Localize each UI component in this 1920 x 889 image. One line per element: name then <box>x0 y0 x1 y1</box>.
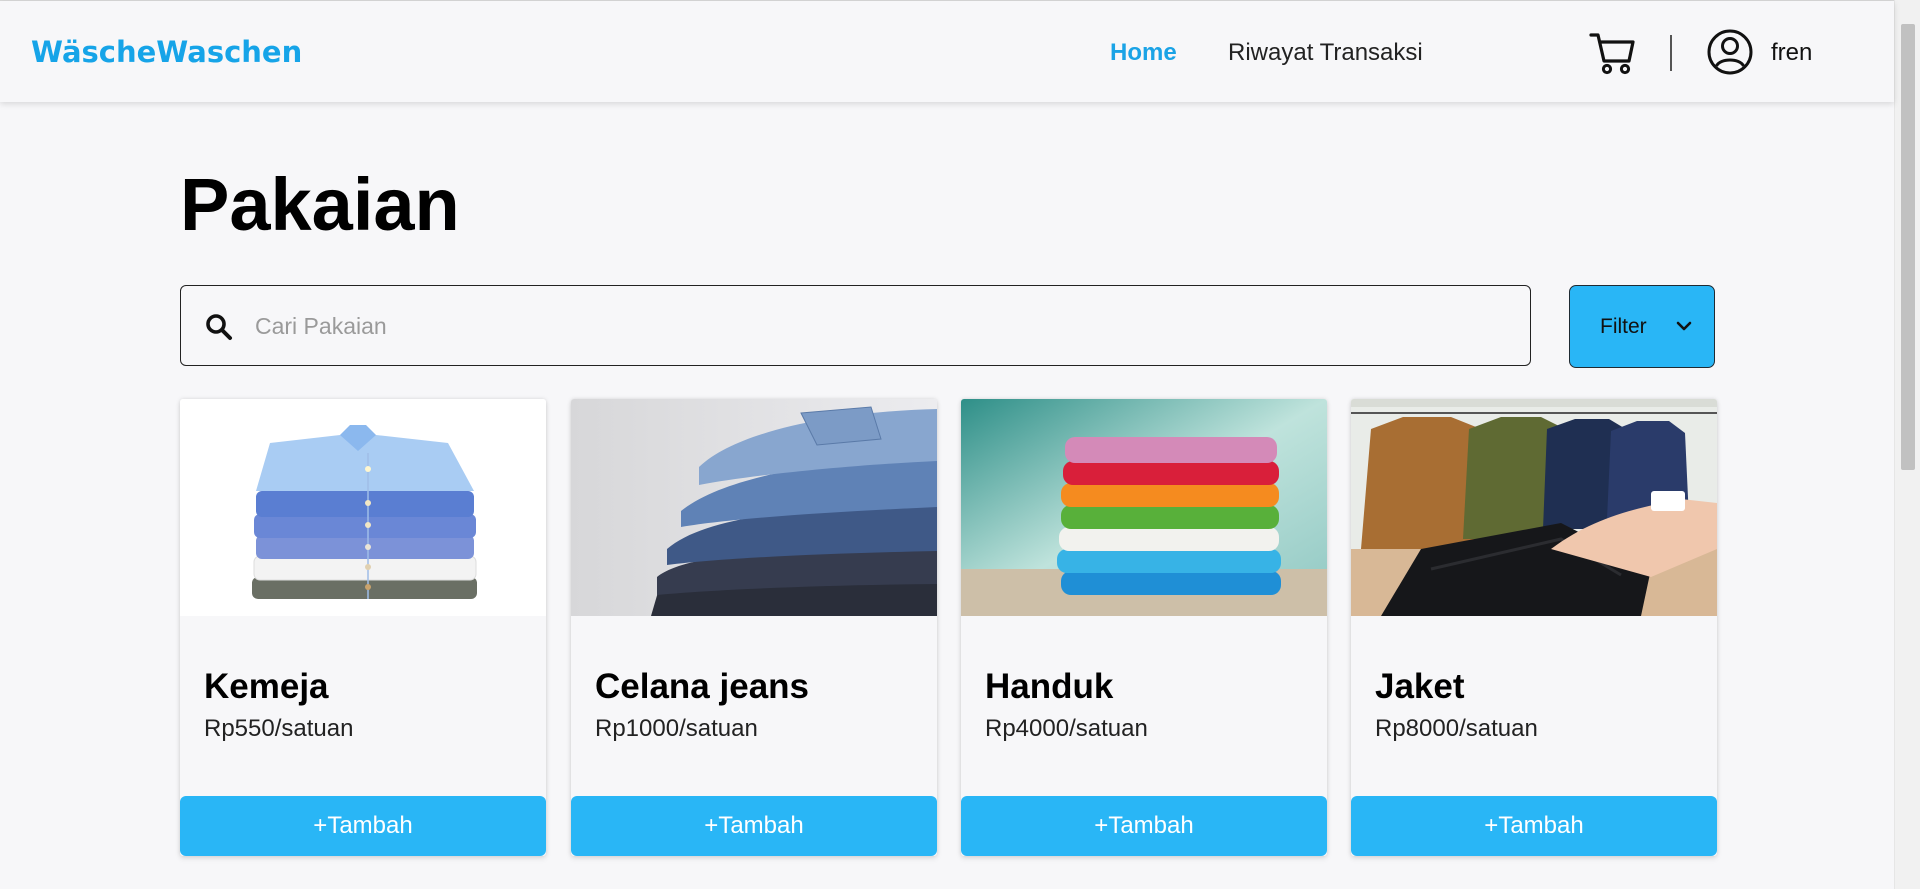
navbar: WäscheWaschen Home Riwayat Transaksi fre… <box>0 1 1894 102</box>
product-price: Rp1000/satuan <box>595 715 758 742</box>
product-name: Jaket <box>1375 667 1465 706</box>
user-circle-icon[interactable] <box>1707 29 1753 75</box>
product-image-towels <box>961 399 1327 616</box>
filter-label: Filter <box>1600 315 1647 338</box>
nav-link-riwayat-transaksi[interactable]: Riwayat Transaksi <box>1228 39 1423 67</box>
product-price: Rp4000/satuan <box>985 715 1148 742</box>
search-icon <box>206 314 232 340</box>
product-image-shirts <box>180 399 546 616</box>
product-image-jackets <box>1351 399 1717 616</box>
product-price: Rp550/satuan <box>204 715 354 742</box>
product-price: Rp8000/satuan <box>1375 715 1538 742</box>
add-to-cart-button[interactable]: +Tambah <box>961 796 1327 856</box>
nav-link-home[interactable]: Home <box>1110 39 1177 67</box>
product-name: Kemeja <box>204 667 329 706</box>
product-card: Kemeja Rp550/satuan +Tambah <box>180 399 546 856</box>
search-box[interactable] <box>180 285 1531 366</box>
search-input[interactable] <box>253 302 1497 350</box>
page-title: Pakaian <box>180 163 460 246</box>
cart-icon[interactable] <box>1589 31 1635 75</box>
filter-button[interactable]: Filter <box>1569 285 1715 368</box>
brand-logo[interactable]: WäscheWaschen <box>31 35 302 69</box>
product-card: Handuk Rp4000/satuan +Tambah <box>961 399 1327 856</box>
nav-divider <box>1670 35 1672 71</box>
scrollbar[interactable] <box>1894 0 1920 889</box>
product-image-jeans <box>571 399 937 616</box>
scrollbar-thumb[interactable] <box>1901 24 1915 470</box>
product-card: Celana jeans Rp1000/satuan +Tambah <box>571 399 937 856</box>
add-to-cart-button[interactable]: +Tambah <box>571 796 937 856</box>
product-card: Jaket Rp8000/satuan +Tambah <box>1351 399 1717 856</box>
username[interactable]: fren <box>1771 39 1812 67</box>
chevron-down-icon <box>1676 321 1692 331</box>
add-to-cart-button[interactable]: +Tambah <box>180 796 546 856</box>
product-name: Handuk <box>985 667 1114 706</box>
product-name: Celana jeans <box>595 667 809 706</box>
add-to-cart-button[interactable]: +Tambah <box>1351 796 1717 856</box>
